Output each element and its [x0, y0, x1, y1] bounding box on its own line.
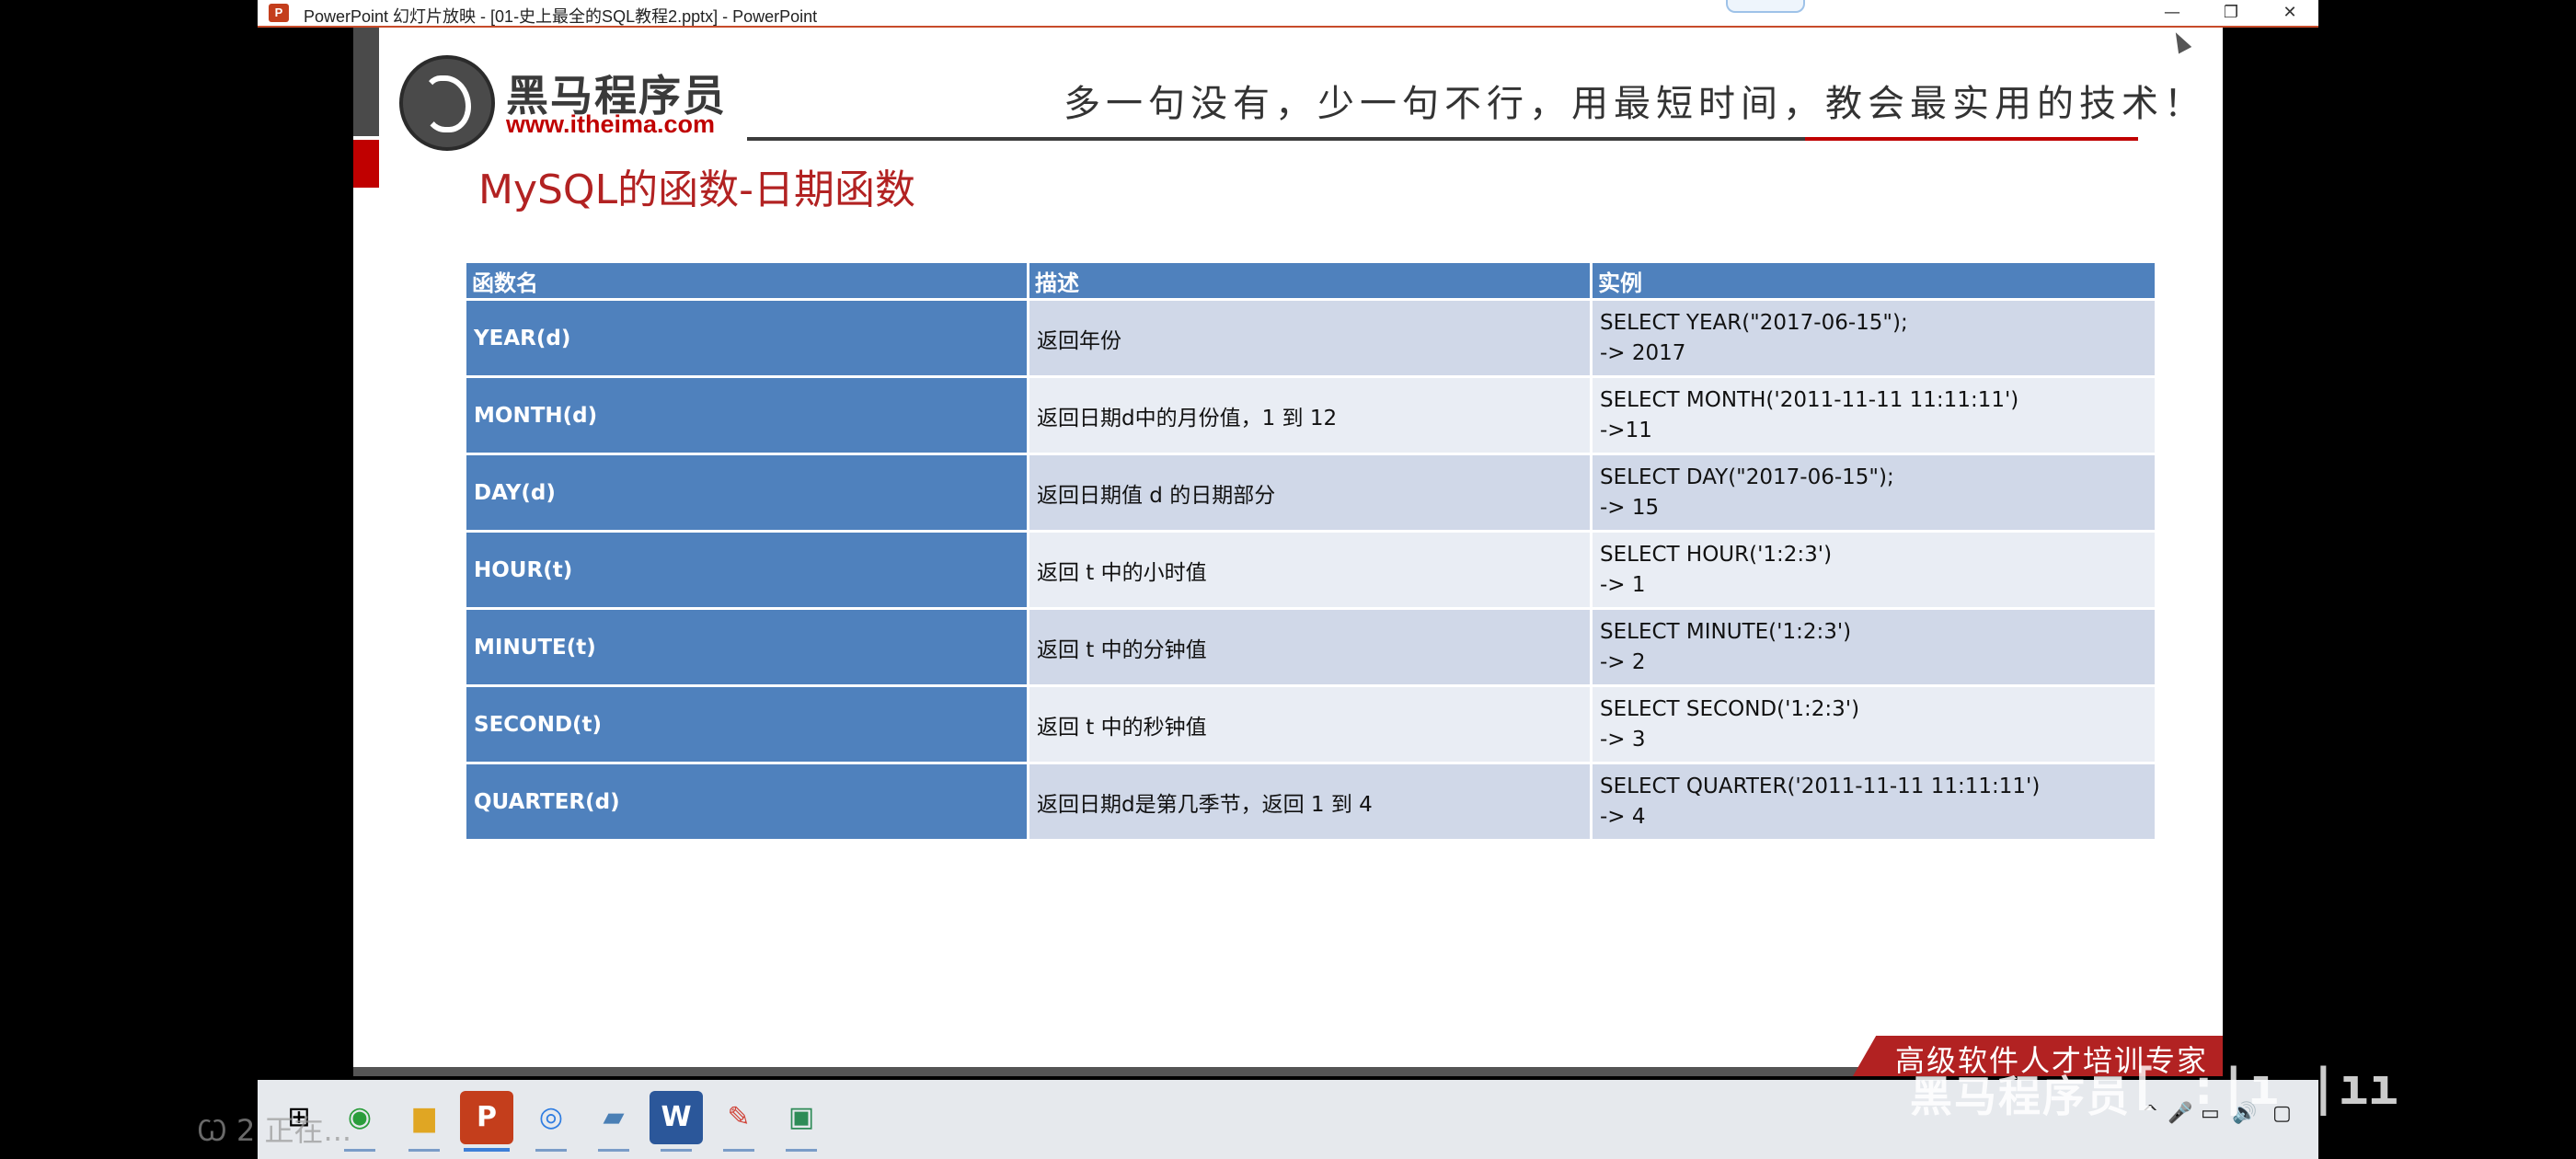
slogan: 多一句没有，少一句不行，用最短时间，教会最实用的技术！	[1064, 83, 2206, 125]
slide-left-accent-red	[353, 140, 379, 188]
function-example: SELECT DAY("2017-06-15"); -> 15	[1590, 453, 2157, 533]
function-name: MINUTE(t)	[464, 607, 1029, 687]
header-divider-accent	[1805, 137, 2138, 141]
function-desc: 返回 t 中的小时值	[1027, 530, 1593, 610]
left-watermark: Ꞷ 2 正在...	[197, 1113, 352, 1148]
table-header-row: 函数名 描述 实例	[464, 263, 2157, 301]
table-row: SECOND(t) 返回 t 中的秒钟值 SELECT SECOND('1:2:…	[464, 684, 2157, 764]
slide-left-accent-dark	[353, 28, 379, 136]
slide[interactable]: 黑马程序员 www.itheima.com 多一句没有，少一句不行，用最短时间，…	[353, 28, 2223, 1076]
window-title: PowerPoint 幻灯片放映 - [01-史上最全的SQL教程2.pptx]…	[304, 7, 818, 26]
function-example: SELECT HOUR('1:2:3') -> 1	[1590, 530, 2157, 610]
powerpoint-icon[interactable]: P	[460, 1091, 513, 1152]
table-row: HOUR(t) 返回 t 中的小时值 SELECT HOUR('1:2:3') …	[464, 530, 2157, 610]
word-icon[interactable]: W	[650, 1091, 703, 1152]
table-row: MINUTE(t) 返回 t 中的分钟值 SELECT MINUTE('1:2:…	[464, 607, 2157, 687]
column-header-example: 实例	[1590, 263, 2157, 301]
function-example: SELECT MONTH('2011-11-11 11:11:11') ->11	[1590, 375, 2157, 455]
function-name: QUARTER(d)	[464, 762, 1029, 842]
minimize-button[interactable]: —	[2144, 0, 2201, 26]
brand-watermark: 黑马程序员	[1910, 1072, 2131, 1121]
sheet-icon[interactable]: ▣	[775, 1091, 828, 1152]
function-name: YEAR(d)	[464, 298, 1029, 378]
window-titlebar: P PowerPoint 幻灯片放映 - [01-史上最全的SQL教程2.ppt…	[258, 0, 2318, 28]
function-desc: 返回 t 中的秒钟值	[1027, 684, 1593, 764]
horse-logo-icon	[399, 55, 495, 151]
browser-icon[interactable]: ◎	[524, 1091, 578, 1152]
file-explorer-icon[interactable]: ▆	[397, 1091, 451, 1152]
editor-icon[interactable]: ✎	[712, 1091, 765, 1152]
restore-button[interactable]: ❐	[2202, 0, 2260, 26]
column-header-desc: 描述	[1027, 263, 1593, 301]
column-header-name: 函数名	[464, 263, 1029, 301]
table-row: DAY(d) 返回日期值 d 的日期部分 SELECT DAY("2017-06…	[464, 453, 2157, 533]
watermark-marks: [ :|ı |ıı	[2129, 1058, 2398, 1116]
function-desc: 返回日期d是第几季节，返回 1 到 4	[1027, 762, 1593, 842]
close-button[interactable]: ✕	[2261, 0, 2318, 26]
date-functions-table: 函数名 描述 实例 YEAR(d) 返回年份 SELECT YEAR("2017…	[464, 263, 2157, 842]
table-row: YEAR(d) 返回年份 SELECT YEAR("2017-06-15"); …	[464, 298, 2157, 378]
function-name: MONTH(d)	[464, 375, 1029, 455]
slideshow-toolbar-pill[interactable]	[1726, 0, 1805, 13]
function-name: HOUR(t)	[464, 530, 1029, 610]
function-example: SELECT YEAR("2017-06-15"); -> 2017	[1590, 298, 2157, 378]
function-name: SECOND(t)	[464, 684, 1029, 764]
app-icon[interactable]: ▰	[587, 1091, 640, 1152]
function-desc: 返回 t 中的分钟值	[1027, 607, 1593, 687]
table-row: QUARTER(d) 返回日期d是第几季节，返回 1 到 4 SELECT QU…	[464, 762, 2157, 842]
powerpoint-app-icon: P	[269, 4, 289, 22]
function-desc: 返回日期d中的月份值，1 到 12	[1027, 375, 1593, 455]
header-divider	[747, 137, 1805, 141]
function-name: DAY(d)	[464, 453, 1029, 533]
function-desc: 返回年份	[1027, 298, 1593, 378]
brand-url: www.itheima.com	[506, 110, 716, 138]
function-example: SELECT QUARTER('2011-11-11 11:11:11') ->…	[1590, 762, 2157, 842]
function-example: SELECT SECOND('1:2:3') -> 3	[1590, 684, 2157, 764]
table-row: MONTH(d) 返回日期d中的月份值，1 到 12 SELECT MONTH(…	[464, 375, 2157, 455]
slide-title: MySQL的函数-日期函数	[478, 166, 915, 213]
function-desc: 返回日期值 d 的日期部分	[1027, 453, 1593, 533]
function-example: SELECT MINUTE('1:2:3') -> 2	[1590, 607, 2157, 687]
